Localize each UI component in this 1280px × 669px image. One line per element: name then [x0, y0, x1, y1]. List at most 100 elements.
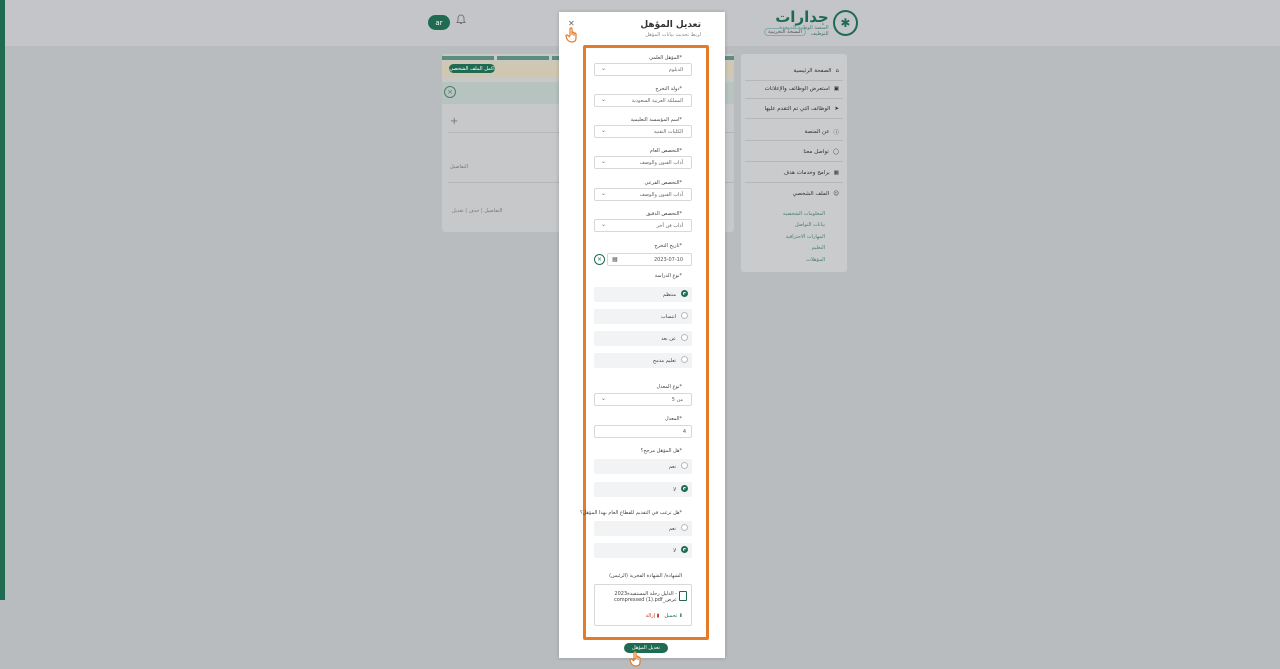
calendar-icon[interactable]: ▦: [612, 256, 618, 263]
select-value: آداب فن آخر: [656, 223, 683, 229]
institution-label: اسم المؤسسة التعليمية*: [630, 117, 682, 123]
study-type-option-affiliation[interactable]: انتساب: [594, 309, 692, 324]
remove-file-button[interactable]: إزالة ▮: [646, 613, 660, 619]
modal-subtitle-text: لربط تحديث بيانات المؤهل: [645, 32, 701, 38]
remove-label: إزالة: [645, 613, 656, 619]
select-value: آداب الفنون والوصف: [639, 192, 683, 198]
sidebar-item-profile[interactable]: الملف الشخصي ☺: [793, 191, 839, 197]
language-label: ar: [435, 18, 443, 27]
divider: [745, 80, 843, 81]
option-label: تعليم مدمج: [652, 358, 676, 364]
chat-icon: ◯: [832, 149, 839, 155]
certificate-label: الشهادة/ الشهادة الفخرية (الرئيس): [609, 573, 682, 579]
radio-selected[interactable]: [681, 290, 688, 297]
sidebar-item-applied[interactable]: الوظائف التي تم التقدم عليها ➤: [765, 106, 839, 112]
grad-date-label: تاريخ التخرج*: [654, 243, 682, 249]
sidebar-item-label: الوظائف التي تم التقدم عليها: [764, 106, 831, 112]
sidebar-sub-qualifications[interactable]: المؤهلات: [806, 257, 825, 263]
grad-date-group: × 2023-07-10 ▦: [594, 253, 692, 266]
sidebar-item-home[interactable]: الصفحة الرئيسية ⌂: [794, 68, 839, 74]
sidebar-item-label: برامج وخدمات هدف: [783, 170, 830, 176]
certificate-file-name[interactable]: 2023الدليل رحلة المستفيدة - compressed (…: [607, 591, 677, 603]
sidebar-item-contact[interactable]: تواصل معنا ◯: [803, 149, 839, 155]
public-sector-label: هل ترغب في التقديم للقطاع العام بهذا الم…: [579, 510, 682, 516]
institution-select[interactable]: الكليات التقنية ⌄: [594, 125, 692, 138]
sidebar-sub-skills[interactable]: المهارات الاحترافية: [786, 234, 825, 240]
close-circle-icon[interactable]: ×: [444, 86, 456, 98]
select-value: آداب الفنون والوصف: [639, 160, 683, 166]
logo-mark-icon: ✱: [832, 10, 858, 36]
gpa-type-select[interactable]: من 5 ⌄: [594, 393, 692, 406]
radio-selected[interactable]: [681, 485, 688, 492]
user-icon: ☺: [833, 191, 839, 197]
sidebar: الصفحة الرئيسية ⌂ استعرض الوظائف والإعلان…: [741, 54, 847, 272]
sub-major-label: التخصص الفرعي*: [644, 180, 682, 186]
select-value: المملكة العربية السعودية: [631, 98, 683, 104]
sidebar-item-about[interactable]: عن المنصة ⓘ: [805, 128, 840, 136]
sidebar-item-programs[interactable]: برامج وخدمات هدف ▦: [783, 170, 839, 176]
chevron-down-icon: ⌄: [601, 65, 607, 72]
radio-unselected[interactable]: [681, 462, 688, 469]
sidebar-sub-personal[interactable]: المعلومات الشخصية: [783, 211, 825, 217]
sidebar-item-label: تواصل معنا: [803, 149, 829, 155]
pointer-hand-icon: [629, 651, 641, 667]
logo-text: جدارات: [775, 7, 829, 26]
general-major-label: التخصص العام*: [649, 148, 682, 154]
gpa-label: المعدل*: [665, 416, 682, 422]
sidebar-item-label: الملف الشخصي: [792, 191, 830, 197]
file-actions: إزالة ▮ تحميل ⬇: [646, 613, 683, 619]
radio-unselected[interactable]: [681, 524, 688, 531]
option-label: منتظم: [662, 292, 676, 298]
language-toggle-button[interactable]: ar: [428, 15, 450, 30]
radio-selected[interactable]: [681, 546, 688, 553]
radio-unselected[interactable]: [681, 312, 688, 319]
divider: [745, 140, 843, 141]
modal-subtitle: لربط تحديث بيانات المؤهل: [559, 32, 725, 38]
select-value: الكليات التقنية: [653, 129, 683, 135]
beta-badge: النسخة التجريبية: [764, 28, 806, 36]
option-label: نعم: [668, 464, 676, 470]
public-sector-option-yes[interactable]: نعم: [594, 521, 692, 536]
chevron-down-icon: ⌄: [601, 127, 607, 134]
download-file-button[interactable]: تحميل ⬇: [664, 613, 683, 619]
trash-icon: ▮: [656, 613, 660, 619]
study-type-option-remote[interactable]: عن بعد: [594, 331, 692, 346]
modal-title-text: تعديل المؤهل: [640, 20, 701, 30]
grad-date-input[interactable]: 2023-07-10 ▦: [607, 253, 692, 266]
sidebar-sub-education[interactable]: التعليم: [812, 245, 825, 251]
gpa-input[interactable]: 4: [594, 425, 692, 438]
general-major-select[interactable]: آداب الفنون والوصف ⌄: [594, 156, 692, 169]
row-actions[interactable]: التفاصيل | حذف | تعديل: [452, 208, 502, 214]
chevron-down-icon: ⌄: [601, 158, 607, 165]
grad-country-label: دولة التخرج*: [655, 86, 682, 92]
study-type-option-blended[interactable]: تعليم مدمج: [594, 353, 692, 368]
notification-bell-icon[interactable]: [455, 14, 471, 30]
clear-date-icon[interactable]: ×: [594, 254, 605, 265]
precise-major-select[interactable]: آداب فن آخر ⌄: [594, 219, 692, 232]
date-value: 2023-07-10: [653, 257, 683, 263]
sidebar-sub-contact[interactable]: بيانات التواصل: [795, 222, 825, 228]
divider: [745, 182, 843, 183]
verified-option-yes[interactable]: نعم: [594, 459, 692, 474]
divider: [745, 161, 843, 162]
certificate-file-card: 2023الدليل رحلة المستفيدة - compressed (…: [594, 584, 692, 626]
degree-select[interactable]: الدبلوم ⌄: [594, 63, 692, 76]
sidebar-item-jobs[interactable]: استعرض الوظائف والإعلانات ▣: [765, 86, 839, 92]
public-sector-option-no[interactable]: لا: [594, 543, 692, 558]
degree-label: المؤهل العلمي*: [649, 55, 682, 61]
add-icon[interactable]: +: [450, 116, 458, 127]
radio-unselected[interactable]: [681, 356, 688, 363]
pointer-hand-icon: [565, 27, 577, 43]
complete-profile-button[interactable]: اكمل الملف الشخصي: [449, 64, 495, 73]
option-label: لا: [673, 548, 676, 554]
divider: [745, 98, 843, 99]
verified-option-no[interactable]: لا: [594, 482, 692, 497]
download-label: تحميل: [664, 613, 678, 619]
option-label: عن بعد: [661, 336, 676, 342]
study-type-option-regular[interactable]: منتظم: [594, 287, 692, 302]
chevron-down-icon: ⌄: [601, 190, 607, 197]
radio-unselected[interactable]: [681, 334, 688, 341]
row-label: التفاصيل: [450, 164, 469, 170]
grad-country-select[interactable]: المملكة العربية السعودية ⌄: [594, 94, 692, 107]
sub-major-select[interactable]: آداب الفنون والوصف ⌄: [594, 188, 692, 201]
